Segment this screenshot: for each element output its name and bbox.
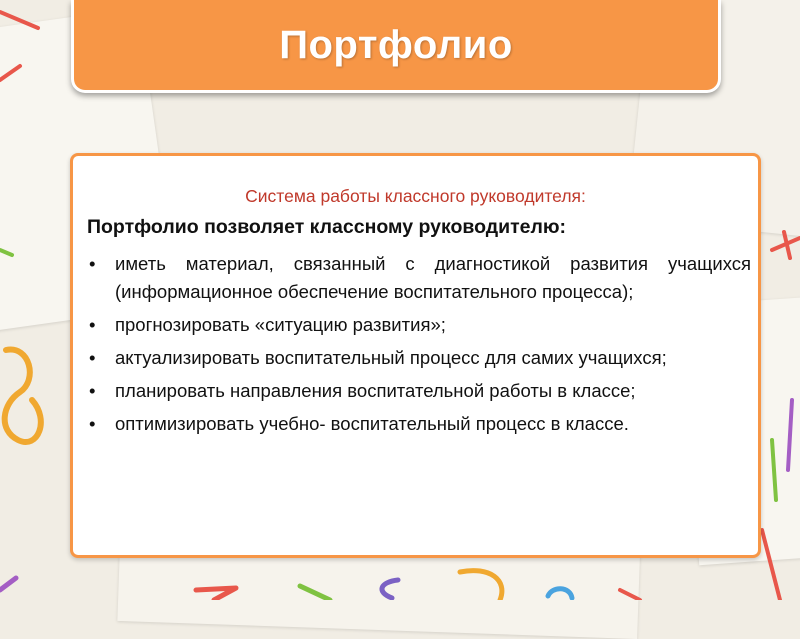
bullet-icon: •: [89, 347, 96, 368]
bullet-icon: •: [89, 253, 96, 274]
page-title: Портфолио: [279, 22, 513, 67]
list-item: • прогнозировать «ситуацию развития»;: [87, 311, 751, 339]
list-item: • актуализировать воспитательный процесс …: [87, 344, 751, 372]
bullet-icon: •: [89, 413, 96, 434]
lead-text: Портфолио позволяет классному руководите…: [87, 216, 567, 238]
list-item: • планировать направления воспитательной …: [87, 377, 751, 405]
bullet-icon: •: [89, 380, 96, 401]
list-item: • иметь материал, связанный с диагностико…: [87, 250, 751, 306]
section-subtitle: Система работы классного руководителя:: [245, 186, 586, 206]
bullet-icon: •: [89, 314, 96, 335]
bullet-list: • иметь материал, связанный с диагностико…: [87, 250, 751, 443]
title-banner: Портфолио: [71, 0, 721, 93]
content-panel: Система работы классного руководителя: П…: [70, 153, 761, 558]
list-item: • оптимизировать учебно- воспитательный п…: [87, 410, 751, 438]
